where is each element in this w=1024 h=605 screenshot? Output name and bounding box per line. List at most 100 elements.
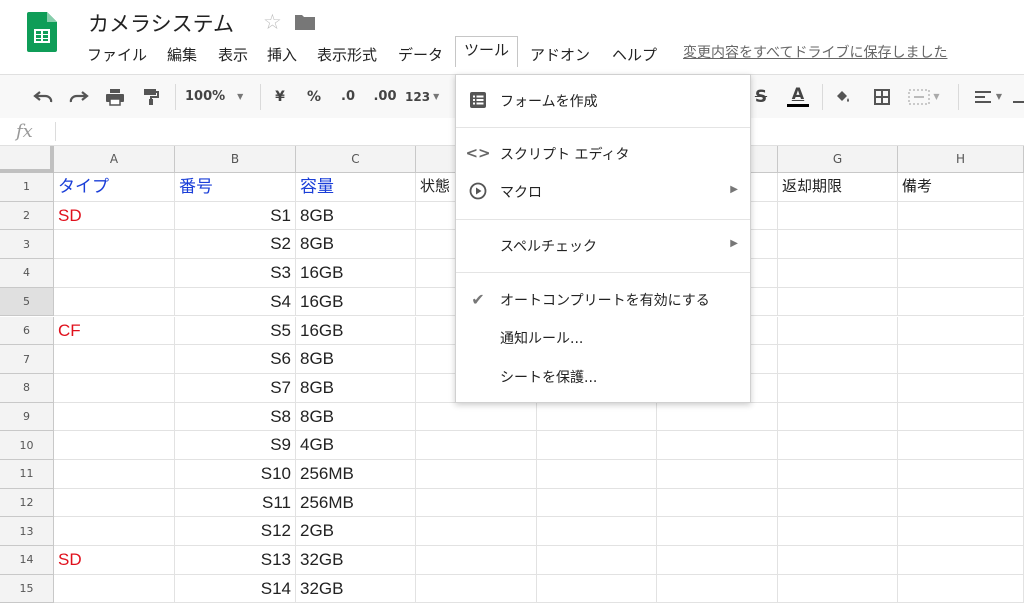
menu-format[interactable]: 表示形式 <box>317 42 377 67</box>
table-cell[interactable] <box>898 201 1024 231</box>
table-cell[interactable]: S3 <box>175 259 296 288</box>
table-cell[interactable] <box>537 488 657 518</box>
table-cell[interactable] <box>54 460 175 489</box>
row-header[interactable]: 8 <box>0 373 54 403</box>
text-color-icon[interactable]: A <box>786 75 810 118</box>
table-cell[interactable]: 8GB <box>296 201 416 231</box>
table-cell[interactable]: 8GB <box>296 402 416 432</box>
menu-file[interactable]: ファイル <box>87 42 147 67</box>
menu-item-create-form[interactable]: フォームを作成 <box>456 85 750 115</box>
table-cell[interactable] <box>778 287 898 317</box>
table-cell[interactable] <box>657 431 778 460</box>
borders-icon[interactable] <box>870 75 894 118</box>
row-header[interactable]: 6 <box>0 316 54 346</box>
menu-data[interactable]: データ <box>398 42 443 67</box>
column-header-b[interactable]: B <box>175 146 296 173</box>
table-cell[interactable] <box>416 546 537 575</box>
redo-icon[interactable] <box>66 75 92 118</box>
table-cell[interactable] <box>54 259 175 288</box>
menu-tools[interactable]: ツール <box>455 36 519 67</box>
menu-item-script-editor[interactable]: <> スクリプト エディタ <box>456 138 750 168</box>
menu-insert[interactable]: 挿入 <box>267 42 297 67</box>
row-header[interactable]: 10 <box>0 431 54 460</box>
table-cell[interactable]: S1 <box>175 201 296 231</box>
table-cell[interactable] <box>898 488 1024 518</box>
table-cell[interactable] <box>898 287 1024 317</box>
align-icon[interactable]: ▼ <box>968 75 1008 118</box>
sheets-logo-icon[interactable] <box>27 12 57 52</box>
table-cell[interactable] <box>537 460 657 489</box>
row-header[interactable]: 2 <box>0 201 54 231</box>
table-cell[interactable] <box>898 431 1024 460</box>
table-cell[interactable] <box>657 460 778 489</box>
table-cell[interactable] <box>778 402 898 432</box>
table-cell[interactable]: SD <box>54 201 175 231</box>
table-cell[interactable]: 16GB <box>296 316 416 346</box>
undo-icon[interactable] <box>30 75 56 118</box>
menu-addons[interactable]: アドオン <box>530 42 590 67</box>
row-header[interactable]: 4 <box>0 259 54 288</box>
table-cell[interactable] <box>416 517 537 547</box>
table-cell[interactable]: S6 <box>175 345 296 374</box>
row-header[interactable]: 7 <box>0 345 54 374</box>
table-cell[interactable]: S12 <box>175 517 296 547</box>
column-header-a[interactable]: A <box>54 146 175 173</box>
table-cell[interactable]: 8GB <box>296 345 416 374</box>
table-cell[interactable] <box>54 230 175 260</box>
decrease-decimal-button[interactable]: .0 <box>335 75 361 118</box>
menu-item-notification-rules[interactable]: 通知ルール... <box>456 322 750 352</box>
table-cell[interactable]: S8 <box>175 402 296 432</box>
table-cell[interactable]: 8GB <box>296 373 416 403</box>
table-cell[interactable] <box>54 574 175 604</box>
header-cell[interactable]: 容量 <box>296 173 416 202</box>
table-cell[interactable]: S4 <box>175 287 296 317</box>
table-cell[interactable]: 2GB <box>296 517 416 547</box>
row-header[interactable]: 13 <box>0 517 54 547</box>
document-title[interactable]: カメラシステム <box>88 8 234 38</box>
table-cell[interactable] <box>898 230 1024 260</box>
select-all-corner[interactable] <box>0 146 54 173</box>
table-cell[interactable]: 32GB <box>296 546 416 575</box>
header-cell[interactable]: 番号 <box>175 173 296 202</box>
row-header[interactable]: 5 <box>0 287 54 317</box>
table-cell[interactable] <box>54 402 175 432</box>
table-cell[interactable] <box>898 402 1024 432</box>
table-cell[interactable] <box>416 431 537 460</box>
table-cell[interactable] <box>898 517 1024 547</box>
table-cell[interactable] <box>898 259 1024 288</box>
menu-help[interactable]: ヘルプ <box>612 42 657 67</box>
table-cell[interactable]: S5 <box>175 316 296 346</box>
table-cell[interactable] <box>537 431 657 460</box>
fill-color-icon[interactable] <box>832 75 854 118</box>
table-cell[interactable] <box>778 546 898 575</box>
table-cell[interactable] <box>416 574 537 604</box>
header-cell[interactable]: 備考 <box>898 173 1024 202</box>
column-header-c[interactable]: C <box>296 146 416 173</box>
table-cell[interactable] <box>898 460 1024 489</box>
strikethrough-icon[interactable]: S <box>750 75 772 118</box>
table-cell[interactable] <box>657 488 778 518</box>
increase-decimal-button[interactable]: .00 <box>370 75 400 118</box>
table-cell[interactable] <box>416 488 537 518</box>
table-cell[interactable] <box>54 345 175 374</box>
table-cell[interactable]: 256MB <box>296 460 416 489</box>
table-cell[interactable]: 8GB <box>296 230 416 260</box>
table-cell[interactable] <box>54 287 175 317</box>
header-cell[interactable]: 返却期限 <box>778 173 898 202</box>
table-cell[interactable]: S9 <box>175 431 296 460</box>
table-cell[interactable] <box>537 574 657 604</box>
table-cell[interactable]: S13 <box>175 546 296 575</box>
table-cell[interactable] <box>778 230 898 260</box>
table-cell[interactable] <box>778 201 898 231</box>
table-cell[interactable] <box>54 373 175 403</box>
paint-format-icon[interactable] <box>138 75 164 118</box>
header-cell[interactable]: タイプ <box>54 173 175 202</box>
row-header[interactable]: 9 <box>0 402 54 432</box>
row-header[interactable]: 11 <box>0 460 54 489</box>
table-cell[interactable] <box>778 431 898 460</box>
table-cell[interactable] <box>898 546 1024 575</box>
table-cell[interactable]: 16GB <box>296 287 416 317</box>
table-cell[interactable] <box>54 517 175 547</box>
table-cell[interactable]: SD <box>54 546 175 575</box>
menu-item-protect-sheet[interactable]: シートを保護... <box>456 361 750 391</box>
